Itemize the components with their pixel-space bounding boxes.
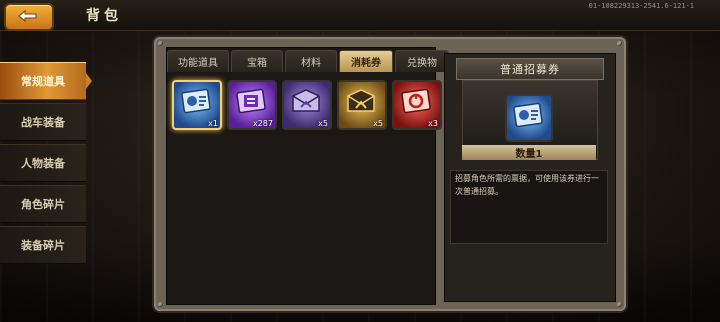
item-slot[interactable]: x1	[172, 80, 222, 130]
item-slot[interactable]: x287	[227, 80, 277, 130]
item-quantity: x3	[428, 119, 438, 128]
item-slot[interactable]: x5	[282, 80, 332, 130]
blue-ticket-icon	[513, 102, 543, 128]
blue-ticket-icon	[181, 88, 211, 114]
item-description: 招募角色所需的票据，可使用该券进行一次普通招募。	[455, 174, 599, 196]
frame-bolt	[617, 41, 622, 46]
tab-exchange-items[interactable]: 兑换物	[395, 50, 449, 72]
sidebar-item-equipment-fragments[interactable]: 装备碎片	[0, 226, 86, 264]
tab-consumable-tickets[interactable]: 消耗券	[339, 50, 393, 72]
item-slot[interactable]: x3	[392, 80, 442, 130]
top-bar: 背包 01-108229313-2541.6-121-1	[0, 0, 720, 31]
sidebar-item-vehicle-equipment[interactable]: 战车装备	[0, 103, 86, 141]
tab-materials[interactable]: 材料	[285, 50, 337, 72]
gold-envelope-icon	[347, 89, 375, 112]
item-quantity: x287	[252, 119, 273, 128]
sidebar-item-label: 装备碎片	[21, 239, 65, 252]
sidebar-item-regular-items[interactable]: 常规道具	[0, 62, 92, 100]
sidebar-item-label: 战车装备	[21, 116, 65, 129]
tab-function-items[interactable]: 功能道具	[167, 50, 229, 72]
frame-bolt	[158, 302, 163, 307]
sidebar-item-label: 常规道具	[21, 75, 65, 88]
item-grid: x1 x287 x5 x5 x3	[172, 80, 442, 130]
sidebar-item-label: 角色碎片	[21, 198, 65, 211]
back-arrow-icon	[18, 9, 37, 23]
item-quantity: x5	[318, 119, 328, 128]
sidebar-nav: 常规道具 战车装备 人物装备 角色碎片 装备碎片	[0, 62, 92, 267]
item-quantity-label: 数量1	[462, 145, 596, 160]
purple-ticket-icon	[236, 88, 266, 114]
frame-bolt	[617, 302, 622, 307]
item-preview	[505, 94, 553, 142]
back-button[interactable]	[4, 3, 54, 31]
category-tabs: 功能道具 宝箱 材料 消耗券 兑换物	[167, 50, 449, 72]
frame-bolt	[158, 41, 163, 46]
item-slot[interactable]: x5	[337, 80, 387, 130]
item-quantity: x5	[373, 119, 383, 128]
server-id-label: 01-108229313-2541.6-121-1	[588, 2, 694, 10]
page-title: 背包	[86, 8, 122, 24]
tab-chests[interactable]: 宝箱	[231, 50, 283, 72]
item-quantity: x1	[208, 119, 218, 128]
sidebar-item-character-fragments[interactable]: 角色碎片	[0, 185, 86, 223]
sidebar-item-character-equipment[interactable]: 人物装备	[0, 144, 86, 182]
red-ticket-icon	[401, 88, 431, 114]
purple-envelope-icon	[292, 89, 320, 112]
item-detail-title: 普通招募券	[456, 58, 604, 80]
sidebar-item-label: 人物装备	[21, 157, 65, 170]
